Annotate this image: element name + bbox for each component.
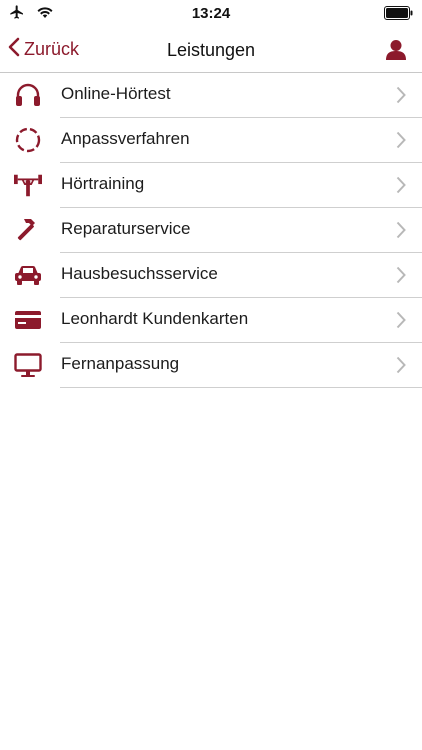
- chevron-right-icon: [396, 221, 406, 244]
- list-item-leonhardt-kundenkarten[interactable]: Leonhardt Kundenkarten: [15, 298, 422, 343]
- list-item-anpassverfahren[interactable]: Anpassverfahren: [15, 118, 422, 163]
- user-icon: [386, 40, 406, 65]
- chevron-right-icon: [396, 266, 406, 289]
- headphones-icon: [14, 81, 42, 109]
- weightlifter-icon: [14, 171, 42, 199]
- car-icon: [14, 261, 42, 289]
- list-item-fernanpassung[interactable]: Fernanpassung: [14, 343, 422, 388]
- hammer-icon: [14, 216, 42, 244]
- list-item-label: Hörtraining: [61, 174, 145, 193]
- list-item-label: Online-Hörtest: [61, 84, 171, 103]
- service-list: Online-Hörtest Anpassverfahren Hörtraini…: [0, 73, 422, 388]
- list-item-label: Hausbesuchsservice: [61, 264, 218, 283]
- list-item-label: Reparaturservice: [61, 219, 191, 238]
- battery-icon: [384, 6, 414, 25]
- chevron-right-icon: [396, 311, 406, 334]
- list-item-label: Leonhardt Kundenkarten: [61, 309, 249, 328]
- list-item-online-hoertest[interactable]: Online-Hörtest: [16, 73, 422, 118]
- profile-button[interactable]: [386, 39, 406, 66]
- status-bar: 13:24: [0, 0, 422, 28]
- chevron-right-icon: [396, 176, 406, 199]
- navigation-bar: Zurück Leistungen: [0, 28, 422, 73]
- list-item-hoertraining[interactable]: Hörtraining: [14, 163, 422, 208]
- dashed-circle-icon: [14, 126, 42, 154]
- list-item-label: Fernanpassung: [61, 354, 180, 373]
- monitor-icon: [14, 351, 42, 379]
- status-time: 13:24: [191, 5, 231, 22]
- credit-card-icon: [14, 306, 42, 334]
- chevron-right-icon: [396, 356, 406, 379]
- chevron-right-icon: [396, 86, 406, 109]
- list-item-reparaturservice[interactable]: Reparaturservice: [17, 208, 422, 253]
- chevron-right-icon: [396, 131, 406, 154]
- page-title: Leistungen: [166, 40, 256, 60]
- list-item-hausbesuchsservice[interactable]: Hausbesuchsservice: [15, 253, 422, 298]
- list-item-label: Anpassverfahren: [61, 129, 190, 148]
